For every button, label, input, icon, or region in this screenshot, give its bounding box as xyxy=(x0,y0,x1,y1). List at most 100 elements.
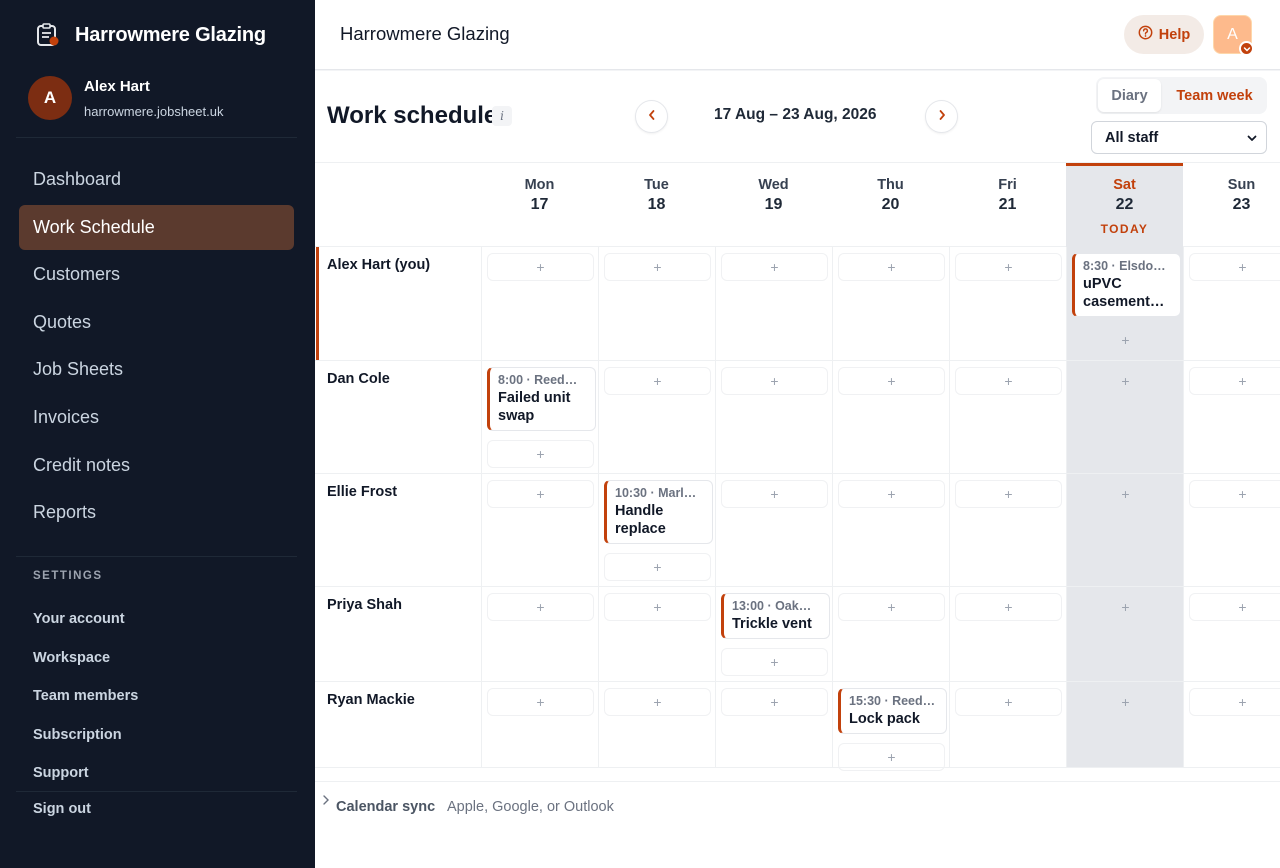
settings-item-subscription[interactable]: Subscription xyxy=(33,716,138,755)
add-job-button[interactable]: + xyxy=(604,593,711,621)
sign-out-link[interactable]: Sign out xyxy=(33,801,91,817)
add-job-button[interactable]: + xyxy=(1072,480,1179,508)
schedule-cell[interactable]: + xyxy=(949,682,1066,767)
sidebar-item-job-sheets[interactable]: Job Sheets xyxy=(19,347,294,392)
schedule-cell[interactable]: 8:00 · Reed… Failed unit swap + xyxy=(481,361,598,473)
add-job-button[interactable]: + xyxy=(838,593,945,621)
sidebar-item-invoices[interactable]: Invoices xyxy=(19,395,294,440)
schedule-cell[interactable]: + xyxy=(715,361,832,473)
add-job-button[interactable]: + xyxy=(487,440,594,468)
add-job-button[interactable]: + xyxy=(1189,367,1280,395)
sidebar-item-dashboard[interactable]: Dashboard xyxy=(19,157,294,202)
account-avatar-button[interactable]: A xyxy=(1213,15,1254,56)
add-job-button[interactable]: + xyxy=(721,253,828,281)
schedule-cell[interactable]: + xyxy=(1066,361,1183,473)
add-job-button[interactable]: + xyxy=(604,253,711,281)
add-job-button[interactable]: + xyxy=(487,688,594,716)
add-job-button[interactable]: + xyxy=(838,743,945,771)
add-job-button[interactable]: + xyxy=(1072,326,1179,354)
add-job-button[interactable]: + xyxy=(838,367,945,395)
add-job-button[interactable]: + xyxy=(955,367,1062,395)
add-job-button[interactable]: + xyxy=(955,688,1062,716)
add-job-button[interactable]: + xyxy=(604,553,711,581)
schedule-cell[interactable]: 15:30 · Reed… Lock pack + xyxy=(832,682,949,771)
add-job-button[interactable]: + xyxy=(955,253,1062,281)
help-button[interactable]: Help xyxy=(1124,15,1204,54)
job-card[interactable]: 8:00 · Reed… Failed unit swap xyxy=(487,367,596,431)
schedule-cell[interactable]: + xyxy=(481,474,598,586)
schedule-cell[interactable]: + xyxy=(949,247,1066,360)
job-card[interactable]: 10:30 · Marl… Handle replace xyxy=(604,480,713,544)
add-job-button[interactable]: + xyxy=(1072,688,1179,716)
schedule-cell[interactable]: + xyxy=(832,247,949,360)
schedule-cell[interactable]: + xyxy=(832,361,949,473)
settings-item-your-account[interactable]: Your account xyxy=(33,600,138,639)
add-job-button[interactable]: + xyxy=(1189,253,1280,281)
schedule-cell[interactable]: 10:30 · Marl… Handle replace + xyxy=(598,474,715,586)
settings-item-team-members[interactable]: Team members xyxy=(33,677,138,716)
schedule-cell[interactable]: + xyxy=(1066,587,1183,681)
schedule-cell[interactable]: + xyxy=(1183,587,1280,681)
sidebar-item-customers[interactable]: Customers xyxy=(19,252,294,297)
calendar-sync-row[interactable]: Calendar sync Apple, Google, or Outlook xyxy=(315,781,1280,821)
add-job-button[interactable]: + xyxy=(955,480,1062,508)
brand[interactable]: Harrowmere Glazing xyxy=(33,20,266,50)
add-job-button[interactable]: + xyxy=(955,593,1062,621)
sidebar-item-credit-notes[interactable]: Credit notes xyxy=(19,443,294,488)
sidebar-item-reports[interactable]: Reports xyxy=(19,490,294,535)
schedule-cell[interactable]: + xyxy=(715,682,832,767)
schedule-cell[interactable]: + xyxy=(1183,361,1280,473)
staff-filter-select[interactable]: All staff xyxy=(1091,121,1267,154)
schedule-cell[interactable]: + xyxy=(949,474,1066,586)
sidebar-item-work-schedule[interactable]: Work Schedule xyxy=(19,204,294,250)
add-job-button[interactable]: + xyxy=(721,688,828,716)
schedule-cell[interactable]: + xyxy=(1066,682,1183,767)
add-job-button[interactable]: + xyxy=(721,480,828,508)
add-job-button[interactable]: + xyxy=(487,253,594,281)
settings-item-workspace[interactable]: Workspace xyxy=(33,639,138,678)
add-job-button[interactable]: + xyxy=(721,648,828,676)
schedule-cell[interactable]: + xyxy=(1183,247,1280,360)
next-week-button[interactable] xyxy=(925,100,958,133)
info-icon[interactable]: i xyxy=(492,106,512,126)
add-job-button[interactable]: + xyxy=(1189,480,1280,508)
schedule-cell[interactable]: 8:30 · Elsdo… uPVC casement… + xyxy=(1066,247,1183,360)
add-job-button[interactable]: + xyxy=(721,367,828,395)
add-job-button[interactable]: + xyxy=(487,480,594,508)
user-profile[interactable]: A Alex Hart harrowmere.jobsheet.uk xyxy=(28,76,223,120)
add-job-button[interactable]: + xyxy=(838,253,945,281)
schedule-cell[interactable]: + xyxy=(715,474,832,586)
view-diary-button[interactable]: Diary xyxy=(1098,79,1161,112)
schedule-cell[interactable]: + xyxy=(598,361,715,473)
prev-week-button[interactable] xyxy=(635,100,668,133)
job-card[interactable]: 8:30 · Elsdo… uPVC casement… xyxy=(1072,253,1181,317)
view-team-week-button[interactable]: Team week xyxy=(1164,79,1265,112)
settings-item-support[interactable]: Support xyxy=(33,754,138,793)
add-job-button[interactable]: + xyxy=(604,367,711,395)
schedule-cell[interactable]: + xyxy=(1183,474,1280,586)
schedule-cell[interactable]: + xyxy=(481,587,598,681)
schedule-cell[interactable]: + xyxy=(481,247,598,360)
job-card[interactable]: 13:00 · Oak… Trickle vent xyxy=(721,593,830,639)
add-job-button[interactable]: + xyxy=(1072,367,1179,395)
add-job-button[interactable]: + xyxy=(838,480,945,508)
schedule-cell[interactable]: 13:00 · Oak… Trickle vent + xyxy=(715,587,832,681)
schedule-cell[interactable]: + xyxy=(949,361,1066,473)
schedule-cell[interactable]: + xyxy=(598,587,715,681)
add-job-button[interactable]: + xyxy=(604,688,711,716)
schedule-cell[interactable]: + xyxy=(832,587,949,681)
add-job-button[interactable]: + xyxy=(1189,593,1280,621)
add-job-button[interactable]: + xyxy=(487,593,594,621)
sidebar-item-quotes[interactable]: Quotes xyxy=(19,300,294,345)
schedule-cell[interactable]: + xyxy=(598,247,715,360)
schedule-cell[interactable]: + xyxy=(832,474,949,586)
schedule-cell[interactable]: + xyxy=(1183,682,1280,767)
add-job-button[interactable]: + xyxy=(1189,688,1280,716)
schedule-cell[interactable]: + xyxy=(949,587,1066,681)
schedule-cell[interactable]: + xyxy=(1066,474,1183,586)
job-card[interactable]: 15:30 · Reed… Lock pack xyxy=(838,688,947,734)
schedule-cell[interactable]: + xyxy=(598,682,715,767)
add-job-button[interactable]: + xyxy=(1072,593,1179,621)
schedule-cell[interactable]: + xyxy=(481,682,598,767)
schedule-cell[interactable]: + xyxy=(715,247,832,360)
